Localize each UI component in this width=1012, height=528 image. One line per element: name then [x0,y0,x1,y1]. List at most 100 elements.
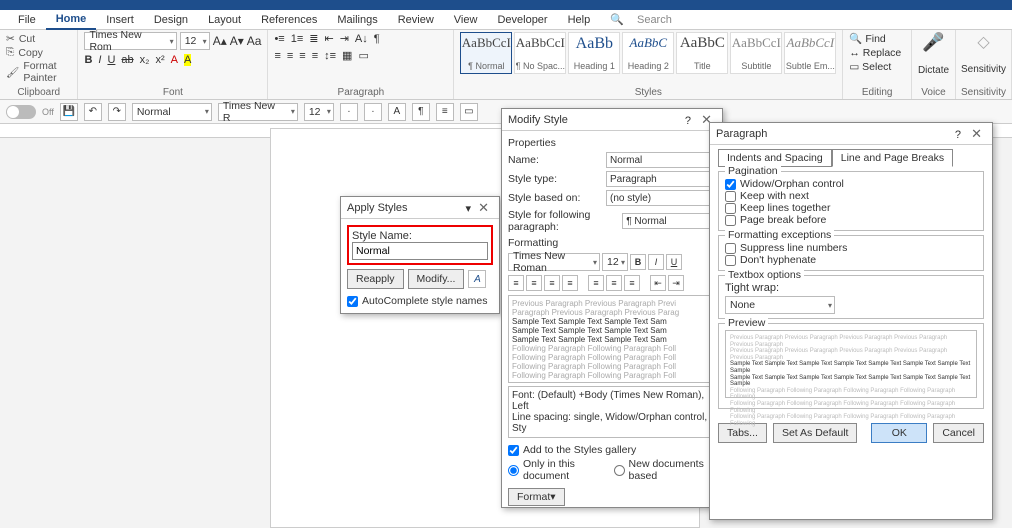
fmt-align-left[interactable]: ≡ [508,275,524,291]
page-break-checkbox[interactable]: Page break before [725,214,977,226]
tab-view[interactable]: View [444,11,488,29]
bold-button[interactable]: B [84,54,92,66]
decrease-indent-icon[interactable]: ⇤ [324,32,333,45]
suppress-lines-checkbox[interactable]: Suppress line numbers [725,242,977,254]
fmt-font-combo[interactable]: Times New Roman [508,253,600,271]
qat-icon-2[interactable]: ∙ [364,103,382,121]
dropdown-icon[interactable]: ▾ [466,203,472,215]
redo-icon[interactable]: ↷ [108,103,126,121]
add-gallery-checkbox[interactable]: Add to the Styles gallery [508,444,716,456]
set-default-button[interactable]: Set As Default [773,423,858,443]
align-right-icon[interactable]: ≡ [299,50,305,62]
format-button[interactable]: Format ▾ [508,488,565,506]
bullets-icon[interactable]: •≡ [274,33,284,45]
highlight-button[interactable]: A [184,54,191,66]
track-toggle[interactable] [6,105,36,119]
keep-lines-checkbox[interactable]: Keep lines together [725,202,977,214]
cancel-button[interactable]: Cancel [933,423,984,443]
tab-references[interactable]: References [251,11,327,29]
tab-layout[interactable]: Layout [198,11,251,29]
qat-icon-1[interactable]: ∙ [340,103,358,121]
find-button[interactable]: 🔍 Find [849,32,905,45]
sort-icon[interactable]: A↓ [355,33,368,45]
save-icon[interactable]: 💾 [60,103,78,121]
styles-pane-icon[interactable]: A [468,270,486,288]
change-case-icon[interactable]: Aa [247,34,262,48]
tab-home[interactable]: Home [46,10,97,30]
fmt-underline[interactable]: U [666,254,682,270]
tab-file[interactable]: File [8,11,46,29]
fmt-bold[interactable]: B [630,254,646,270]
strike-button[interactable]: ab [121,54,133,66]
style-normal[interactable]: AaBbCcI¶ Normal [460,32,512,74]
help-icon[interactable]: ? [685,115,691,127]
dont-hyphenate-checkbox[interactable]: Don't hyphenate [725,254,977,266]
fmt-indent-dec[interactable]: ⇤ [650,275,666,291]
fmt-align-right[interactable]: ≡ [544,275,560,291]
replace-button[interactable]: ↔ Replace [849,47,905,59]
styles-gallery[interactable]: AaBbCcI¶ Normal AaBbCcI¶ No Spac... AaBb… [460,32,836,74]
style-nospacing[interactable]: AaBbCcI¶ No Spac... [514,32,566,74]
close-icon[interactable]: ✕ [474,200,493,215]
style-heading2[interactable]: AaBbCHeading 2 [622,32,674,74]
font-name-combo[interactable]: Times New Rom [84,32,176,50]
style-title[interactable]: AaBbCTitle [676,32,728,74]
qat-icon-4[interactable]: ¶ [412,103,430,121]
tab-line-page-breaks[interactable]: Line and Page Breaks [832,149,953,167]
fmt-indent-inc[interactable]: ⇥ [668,275,684,291]
qat-icon-3[interactable]: A [388,103,406,121]
shading-icon[interactable]: ▦ [342,49,352,62]
subscript-button[interactable]: x₂ [140,54,150,66]
sensitivity-button[interactable]: ◇ [977,32,989,52]
tight-wrap-combo[interactable]: None [725,296,835,314]
fmt-ls2[interactable]: ≡ [606,275,622,291]
fmt-ls3[interactable]: ≡ [624,275,640,291]
qat-icon-6[interactable]: ▭ [460,103,478,121]
underline-button[interactable]: U [107,54,115,66]
style-heading1[interactable]: AaBbHeading 1 [568,32,620,74]
fmt-italic[interactable]: I [648,254,664,270]
new-docs-radio[interactable]: New documents based [614,458,716,482]
reapply-button[interactable]: Reapply [347,269,404,289]
select-button[interactable]: ▭ Select [849,61,905,73]
justify-icon[interactable]: ≡ [312,50,318,62]
modify-button[interactable]: Modify... [408,269,465,289]
style-name-input[interactable] [352,242,488,260]
based-field[interactable]: (no style) [606,190,716,206]
show-marks-icon[interactable]: ¶ [374,33,380,45]
widow-orphan-checkbox[interactable]: Widow/Orphan control [725,178,977,190]
close-icon[interactable]: ✕ [967,126,986,141]
undo-icon[interactable]: ↶ [84,103,102,121]
tab-mailings[interactable]: Mailings [327,11,387,29]
ok-button[interactable]: OK [871,423,927,443]
shrink-font-icon[interactable]: A▾ [230,34,244,48]
grow-font-icon[interactable]: A▴ [213,34,227,48]
copy-button[interactable]: ⎘ Copy [6,46,71,59]
multilevel-icon[interactable]: ≣ [309,32,318,45]
cut-button[interactable]: ✂ Cut [6,33,71,45]
only-doc-radio[interactable]: Only in this document [508,458,606,482]
font-size-combo[interactable]: 12 [180,32,210,50]
fmt-ls1[interactable]: ≡ [588,275,604,291]
font-quick-combo[interactable]: Times New R [218,103,298,121]
align-left-icon[interactable]: ≡ [274,50,280,62]
tab-help[interactable]: Help [558,11,601,29]
fmt-size-combo[interactable]: 12 [602,253,628,271]
type-field[interactable]: Paragraph [606,171,716,187]
format-painter-button[interactable]: 🖌 Format Painter [6,60,71,84]
search-box[interactable]: 🔍 Search [600,10,692,29]
italic-button[interactable]: I [98,54,101,66]
tab-design[interactable]: Design [144,11,198,29]
keep-next-checkbox[interactable]: Keep with next [725,190,977,202]
align-center-icon[interactable]: ≡ [287,50,293,62]
style-quick-combo[interactable]: Normal [132,103,212,121]
autocomplete-checkbox[interactable]: AutoComplete style names [347,295,493,307]
style-subtle-em[interactable]: AaBbCcISubtle Em... [784,32,836,74]
increase-indent-icon[interactable]: ⇥ [340,32,349,45]
tab-review[interactable]: Review [388,11,444,29]
fmt-align-center[interactable]: ≡ [526,275,542,291]
size-quick-combo[interactable]: 12 [304,103,334,121]
fmt-justify[interactable]: ≡ [562,275,578,291]
qat-icon-5[interactable]: ≡ [436,103,454,121]
following-field[interactable]: ¶ Normal [622,213,716,229]
